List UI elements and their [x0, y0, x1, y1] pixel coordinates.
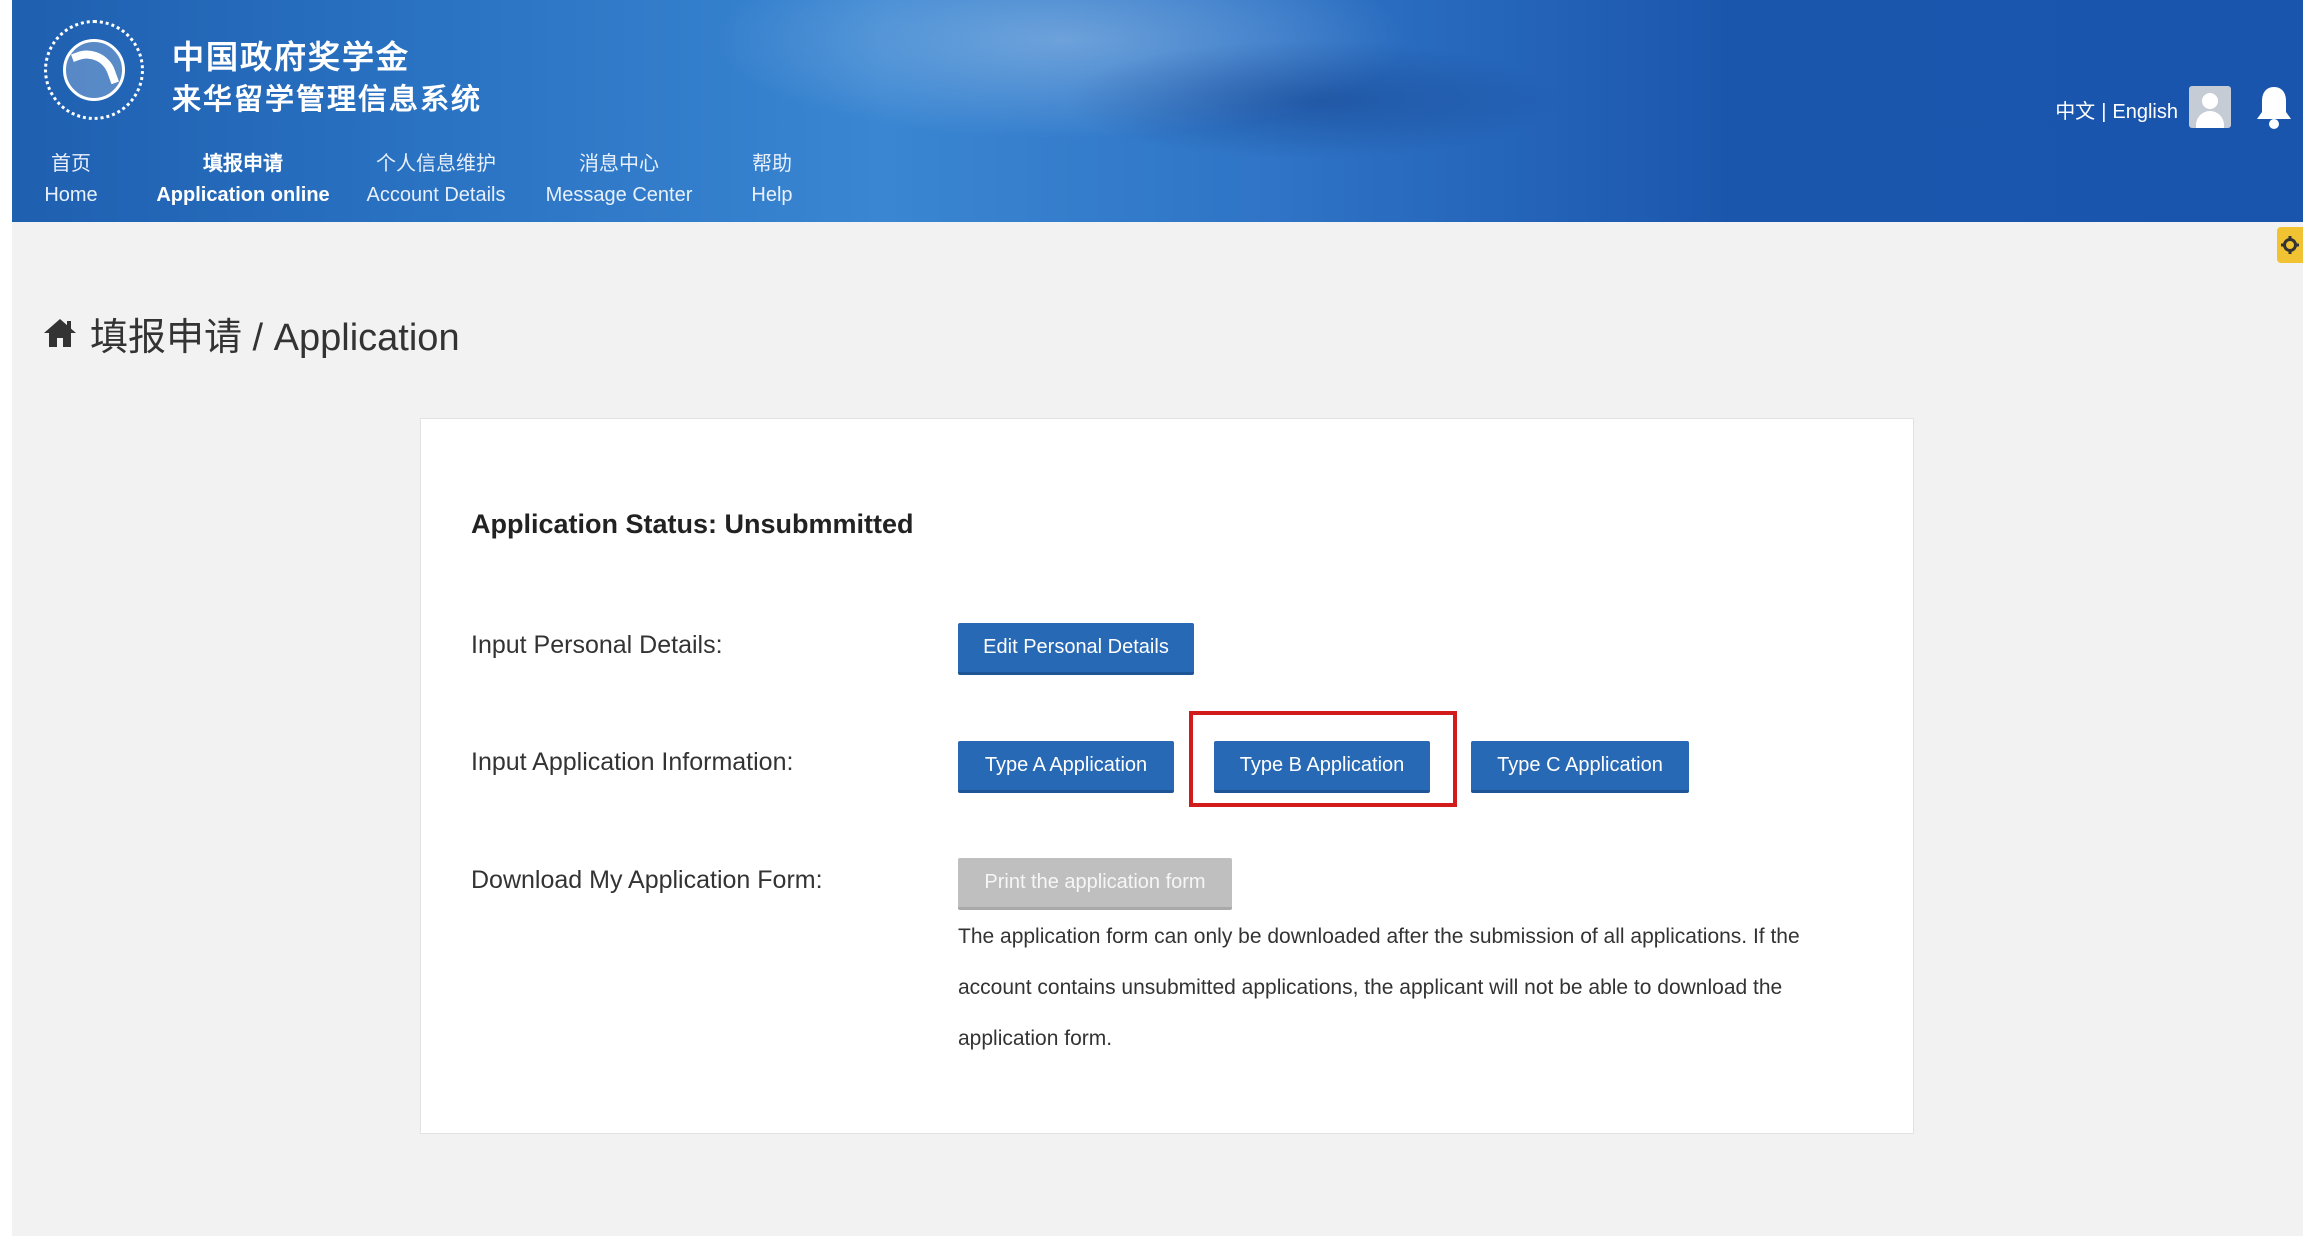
header-shade	[1062, 40, 1562, 160]
gear-icon-glyph	[2281, 236, 2299, 254]
type-a-application-button[interactable]: Type A Application	[958, 741, 1174, 793]
download-note-line: application form.	[958, 1027, 1113, 1050]
print-application-form-button[interactable]: Print the application form	[958, 858, 1232, 910]
home-icon[interactable]	[42, 317, 78, 349]
nav-item-account-details[interactable]: 个人信息维护 Account Details	[356, 150, 516, 212]
application-info-label: Input Application Information:	[471, 748, 794, 776]
site-title: 中国政府奖学金	[172, 39, 411, 75]
personal-details-label: Input Personal Details:	[471, 631, 723, 659]
page-bottom-edge	[0, 1236, 2303, 1258]
site-subtitle: 来华留学管理信息系统	[172, 84, 483, 116]
nav-item-cn-label: 个人信息维护	[376, 153, 496, 175]
download-note-line: account contains unsubmitted application…	[958, 976, 1783, 999]
user-icon-body	[2196, 111, 2224, 128]
page-left-edge	[0, 0, 12, 1258]
nav-item-help[interactable]: 帮助 Help	[728, 150, 816, 212]
gear-icon[interactable]	[2277, 227, 2303, 263]
lang-english-link[interactable]: English	[2112, 101, 2178, 123]
user-icon-head	[2202, 93, 2218, 109]
nav-item-en-label: Help	[751, 184, 793, 206]
nav-item-home[interactable]: 首页 Home	[24, 150, 118, 212]
download-note: The application form can only be downloa…	[958, 911, 1888, 1064]
lang-separator: |	[2101, 101, 2107, 123]
download-form-label: Download My Application Form:	[471, 866, 823, 894]
nav-item-cn-label: 消息中心	[579, 153, 659, 175]
application-status: Application Status: Unsubmmitted	[471, 509, 914, 539]
nav-item-en-label: Application online	[156, 184, 330, 206]
nav-item-message-center[interactable]: 消息中心 Message Center	[528, 150, 710, 212]
nav-item-cn-label: 填报申请	[203, 153, 283, 175]
breadcrumb: 填报申请 / Application	[42, 308, 460, 359]
csc-logo[interactable]	[44, 20, 144, 120]
nav-item-en-label: Home	[44, 184, 98, 206]
nav-item-en-label: Account Details	[366, 184, 506, 206]
user-icon[interactable]	[2189, 86, 2231, 128]
nav-item-application-online[interactable]: 填报申请 Application online	[138, 150, 348, 212]
nav-item-en-label: Message Center	[545, 184, 693, 206]
application-panel: Application Status: Unsubmmitted Input P…	[420, 418, 1914, 1134]
lang-chinese-link[interactable]: 中文	[2055, 101, 2095, 123]
bell-icon[interactable]	[2254, 84, 2294, 130]
nav-item-cn-label: 帮助	[752, 153, 792, 175]
site-header: 中国政府奖学金 来华留学管理信息系统 中文 | English 首页 Home 填报…	[12, 0, 2303, 225]
type-c-application-button[interactable]: Type C Application	[1471, 741, 1689, 793]
edit-personal-details-button[interactable]: Edit Personal Details	[958, 623, 1194, 675]
download-note-line: The application form can only be downloa…	[958, 925, 1800, 948]
type-b-highlight-box	[1189, 711, 1457, 807]
page-content: 填报申请 / Application Application Status: U…	[12, 222, 2303, 1236]
nav-item-cn-label: 首页	[51, 153, 91, 175]
page-title: 填报申请 / Application	[90, 316, 460, 359]
language-switcher: 中文 | English	[2055, 95, 2178, 124]
